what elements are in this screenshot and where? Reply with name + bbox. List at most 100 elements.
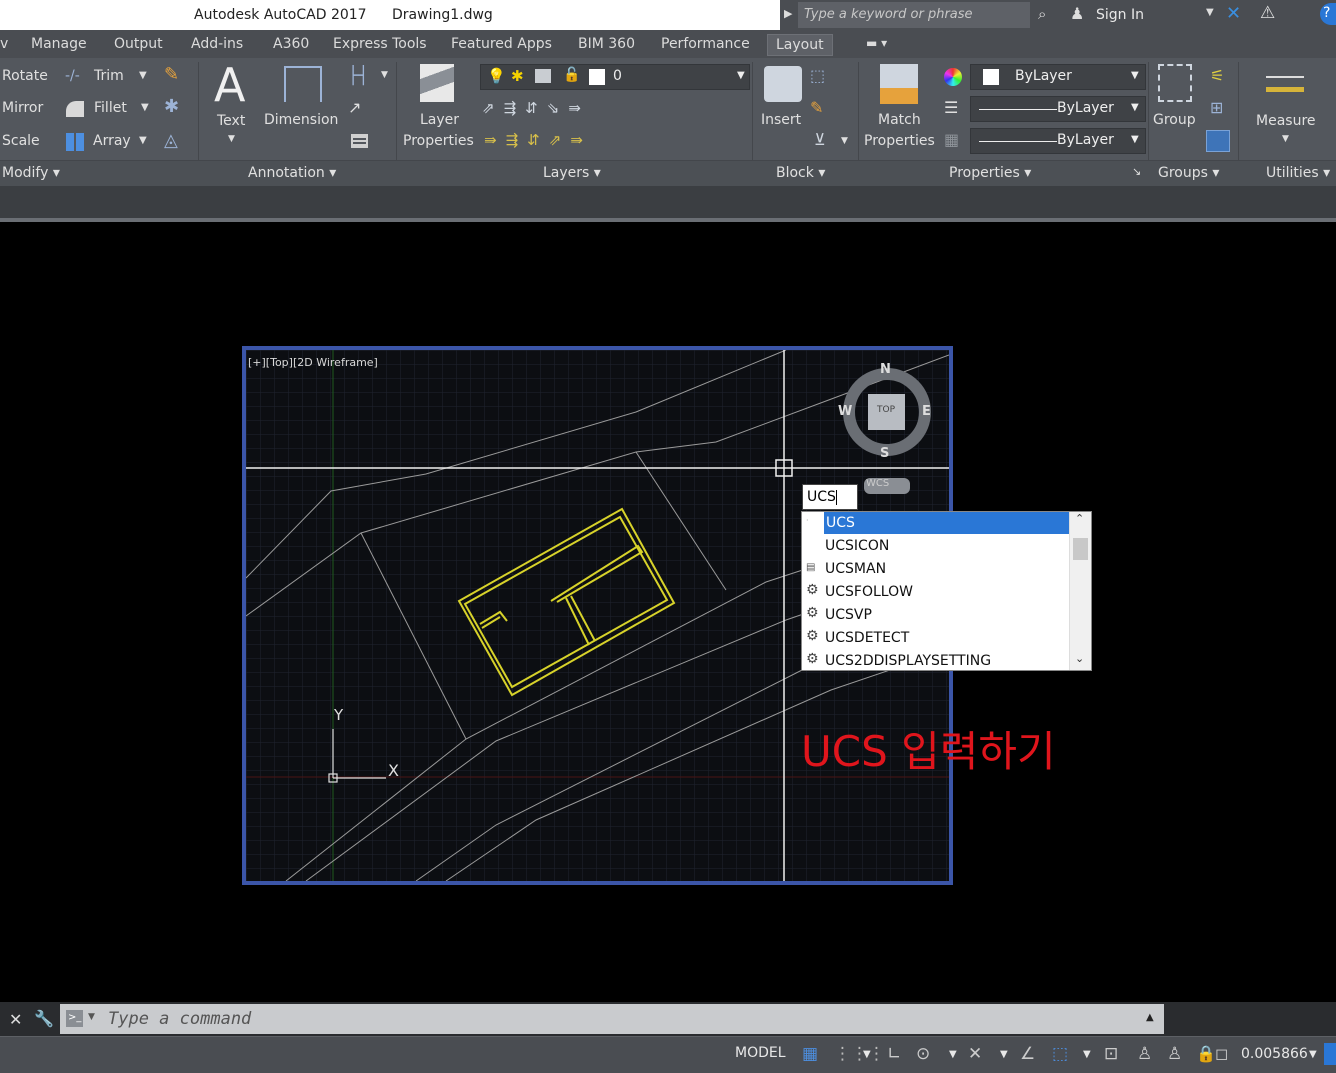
grid-icon[interactable]: ▦ <box>802 1044 818 1064</box>
binoculars-icon[interactable]: ⌕ <box>1038 5 1046 23</box>
signin-dropdown-icon[interactable]: ▼ <box>1206 7 1214 18</box>
linear-dim-icon[interactable]: ├┤ <box>348 66 368 86</box>
group-button[interactable]: Group <box>1153 112 1196 128</box>
rotate-button[interactable]: Rotate <box>2 68 48 84</box>
tab-output[interactable]: Output <box>114 36 163 52</box>
dimension-icon[interactable] <box>284 66 322 102</box>
customize-icon[interactable] <box>1324 1043 1336 1065</box>
insert-button[interactable]: Insert <box>761 112 801 128</box>
prompt-dropdown-icon[interactable]: ▼ <box>88 1012 95 1022</box>
tab-bim360[interactable]: BIM 360 <box>578 36 635 52</box>
measure-button[interactable]: Measure <box>1256 113 1316 129</box>
offset-icon[interactable]: ◬ <box>164 130 178 151</box>
panel-layers[interactable]: Layers ▾ <box>543 165 601 181</box>
polar-icon[interactable]: ⊙ <box>916 1044 930 1064</box>
lineweight-dropdown[interactable]: ByLayer ▼ <box>970 128 1146 154</box>
array-button[interactable]: Array <box>93 133 131 149</box>
autocomplete-item[interactable]: ⚙ UCSFOLLOW <box>802 581 1070 604</box>
layer-dropdown[interactable]: 💡 ✱ 🔓 0 ▼ <box>480 64 750 90</box>
fillet-dropdown-icon[interactable]: ▼ <box>141 102 149 113</box>
expand-icon[interactable]: ▶ <box>784 7 792 20</box>
measure-icon[interactable] <box>1266 76 1304 92</box>
tab-manage[interactable]: Manage <box>31 36 87 52</box>
group-icon[interactable] <box>1158 64 1192 102</box>
tab-performance[interactable]: Performance <box>661 36 750 52</box>
tab-addins[interactable]: Add-ins <box>191 36 243 52</box>
fillet-button[interactable]: Fillet <box>94 100 127 116</box>
viewcube-east[interactable]: E <box>922 404 931 419</box>
text-dropdown-icon[interactable]: ▼ <box>228 134 235 144</box>
autocomplete-item[interactable]: ⚙ UCSVP <box>802 604 1070 627</box>
ungroup-icon[interactable]: ⚟ <box>1210 66 1224 85</box>
autocomplete-item[interactable]: ⚙ UCS2DDISPLAYSETTING <box>802 650 1070 673</box>
text-icon[interactable]: A <box>214 58 245 112</box>
history-up-icon[interactable]: ▲ <box>1146 1012 1154 1023</box>
auto-scale-icon[interactable]: ♙ <box>1167 1044 1182 1064</box>
model-button[interactable]: MODEL <box>735 1045 786 1061</box>
layer-tools-row1[interactable]: ⇗⇶⇵⇘⇛ <box>482 99 590 117</box>
isodraft-icon[interactable]: ✕ <box>968 1044 982 1064</box>
exchange-icon[interactable]: ✕ <box>1226 3 1241 24</box>
ortho-icon[interactable]: ∟ <box>887 1044 901 1064</box>
viewcube-north[interactable]: N <box>880 362 891 377</box>
autocomplete-item[interactable]: ⚙ UCSDETECT <box>802 627 1070 650</box>
panel-properties[interactable]: Properties ▾ <box>949 165 1031 181</box>
viewport-controls[interactable]: [+][Top][2D Wireframe] <box>248 356 378 369</box>
erase-icon[interactable]: ✎ <box>164 64 179 85</box>
panel-groups[interactable]: Groups ▾ <box>1158 165 1219 181</box>
scroll-up-icon[interactable]: ⌃ <box>1075 512 1084 525</box>
autocomplete-scrollbar[interactable]: ⌃ ⌄ <box>1069 512 1091 670</box>
annotation-scale-value[interactable]: 0.005866 <box>1241 1046 1308 1062</box>
attribute-icon[interactable]: ⊻ <box>814 130 826 149</box>
color-dropdown[interactable]: ByLayer ▼ <box>970 64 1146 90</box>
tab-a360[interactable]: A360 <box>273 36 309 52</box>
table-icon[interactable] <box>351 134 368 148</box>
dimension-button[interactable]: Dimension <box>264 112 338 128</box>
viewcube-west[interactable]: W <box>838 404 852 419</box>
scroll-down-icon[interactable]: ⌄ <box>1075 652 1084 665</box>
wcs-menu[interactable]: WCS <box>866 478 889 489</box>
wrench-icon[interactable]: 🔧 <box>34 1009 54 1028</box>
object-snap-icon[interactable]: ⬚ <box>1052 1044 1068 1064</box>
object-track-icon[interactable]: ∠ <box>1020 1044 1035 1064</box>
linear-dropdown-icon[interactable]: ▼ <box>381 70 388 80</box>
trim-dropdown-icon[interactable]: ▼ <box>139 70 147 81</box>
block-dropdown-icon[interactable]: ▼ <box>841 136 848 146</box>
panel-modify[interactable]: Modify ▾ <box>2 165 60 181</box>
properties-launcher-icon[interactable]: ↘ <box>1132 165 1141 178</box>
osnap-dropdown-icon[interactable]: ▼ <box>1083 1049 1091 1060</box>
group-select-icon[interactable] <box>1206 130 1230 152</box>
tab-cut[interactable]: v <box>0 36 8 52</box>
annotation-visibility-icon[interactable]: ♙ <box>1137 1044 1152 1064</box>
text-button[interactable]: Text <box>217 113 245 129</box>
array-dropdown-icon[interactable]: ▼ <box>139 135 147 146</box>
close-icon[interactable]: ✕ <box>9 1010 22 1029</box>
layer-properties-label2[interactable]: Properties <box>403 133 474 149</box>
sign-in-link[interactable]: Sign In <box>1096 7 1144 23</box>
mirror-button[interactable]: Mirror <box>2 100 43 116</box>
leader-icon[interactable]: ↗ <box>348 98 361 117</box>
scale-dropdown-icon[interactable]: ▼ <box>1309 1049 1317 1060</box>
trim-button[interactable]: Trim <box>94 68 124 84</box>
create-block-icon[interactable]: ⬚ <box>810 66 825 85</box>
snap-dropdown-icon[interactable]: ▼ <box>863 1049 871 1060</box>
tab-featured-apps[interactable]: Featured Apps <box>451 36 552 52</box>
prompt-icon[interactable]: >_ <box>66 1010 83 1027</box>
scroll-thumb[interactable] <box>1073 538 1088 560</box>
polar-dropdown-icon[interactable]: ▼ <box>949 1049 957 1060</box>
search-input[interactable]: Type a keyword or phrase <box>798 2 1030 28</box>
autocomplete-list[interactable]: · UCS UCSICON ▤ UCSMAN ⚙ UCSFOLLOW ⚙ UCSVP ⚙… <box>801 511 1092 671</box>
tab-express-tools[interactable]: Express Tools <box>333 36 427 52</box>
viewport-scale-icon[interactable]: ⊡ <box>1104 1044 1118 1064</box>
linetype-dropdown[interactable]: ByLayer ▼ <box>970 96 1146 122</box>
viewport-scale-box-icon[interactable]: ◻ <box>1215 1044 1228 1063</box>
match-label2[interactable]: Properties <box>864 133 935 149</box>
autodesk-icon[interactable]: ⚠ <box>1260 3 1275 23</box>
panel-toggle-icon[interactable]: ▬ ▾ <box>866 36 887 50</box>
layer-properties-label1[interactable]: Layer <box>420 112 459 128</box>
insert-block-icon[interactable] <box>764 66 802 102</box>
edit-block-icon[interactable]: ✎ <box>810 98 823 117</box>
scale-button[interactable]: Scale <box>2 133 40 149</box>
tab-layout[interactable]: Layout <box>767 34 833 56</box>
iso-dropdown-icon[interactable]: ▼ <box>1000 1049 1008 1060</box>
